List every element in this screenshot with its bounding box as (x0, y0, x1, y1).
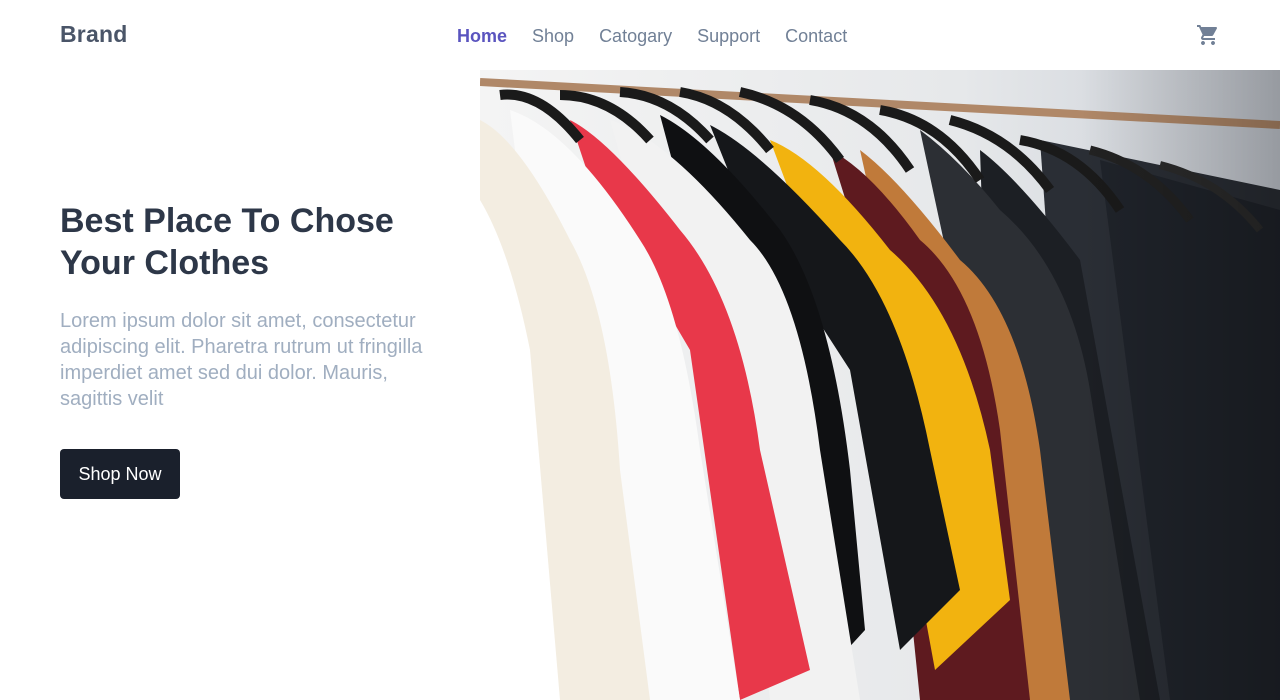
nav-link-contact[interactable]: Contact (785, 25, 847, 47)
hero-text-block: Best Place To Chose Your Clothes Lorem i… (60, 200, 430, 412)
shop-now-button[interactable]: Shop Now (60, 449, 180, 499)
nav-link-category[interactable]: Catogary (599, 25, 672, 47)
hero-description: Lorem ipsum dolor sit amet, consectetur … (60, 310, 423, 410)
hero-image-clothes-rack (480, 70, 1280, 700)
nav-link-shop[interactable]: Shop (532, 25, 574, 47)
nav-link-support[interactable]: Support (697, 25, 760, 47)
nav-link-home[interactable]: Home (457, 25, 507, 47)
cart-button[interactable] (1196, 23, 1220, 47)
top-navigation-bar: Brand Home Shop Catogary Support Contact (0, 0, 1280, 70)
main-nav: Home Shop Catogary Support Contact (457, 25, 847, 47)
shopping-cart-icon (1197, 25, 1218, 45)
hero-title: Best Place To Chose Your Clothes (60, 202, 394, 282)
brand-logo[interactable]: Brand (60, 21, 127, 48)
